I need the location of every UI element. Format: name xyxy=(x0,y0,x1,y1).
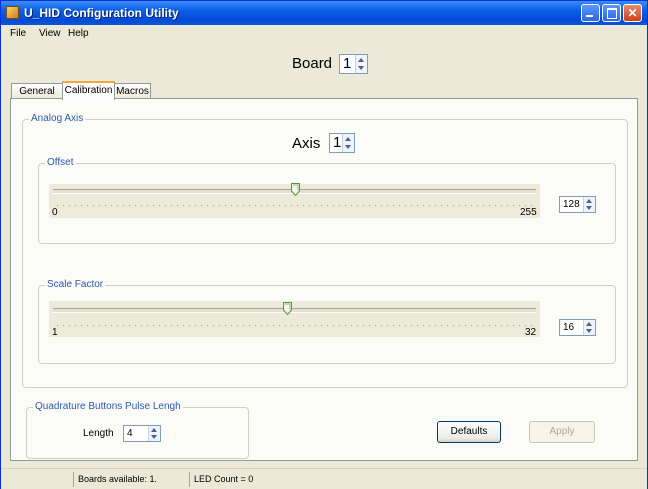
analog-axis-label: Analog Axis xyxy=(29,113,86,124)
calibration-panel: Analog Axis Axis 1 Offset 0 255 128 Scal… xyxy=(10,98,638,461)
spinner-arrows-icon[interactable] xyxy=(583,197,595,212)
length-value: 4 xyxy=(127,428,133,439)
spinner-arrows-icon[interactable] xyxy=(355,55,367,73)
app-window: U_HID Configuration Utility ✕ File View … xyxy=(0,0,648,489)
maximize-button[interactable] xyxy=(602,4,621,22)
axis-label: Axis xyxy=(292,135,321,152)
offset-slider-thumb[interactable] xyxy=(291,183,301,196)
menu-help[interactable]: Help xyxy=(68,28,89,39)
scale-factor-group: Scale Factor 1 32 16 xyxy=(38,279,616,364)
menu-view[interactable]: View xyxy=(39,28,61,39)
board-label: Board xyxy=(292,55,333,72)
quadrature-group-label: Quadrature Buttons Pulse Lengh xyxy=(33,401,183,412)
offset-group: Offset 0 255 128 xyxy=(38,157,616,244)
window-title: U_HID Configuration Utility xyxy=(24,6,179,20)
apply-button[interactable]: Apply xyxy=(529,421,595,443)
quadrature-group: Quadrature Buttons Pulse Lengh Length 4 xyxy=(26,401,249,459)
scale-factor-min-label: 1 xyxy=(52,327,58,338)
close-button[interactable]: ✕ xyxy=(623,4,642,22)
slider-track xyxy=(53,308,536,313)
status-leds: LED Count = 0 xyxy=(189,472,253,487)
offset-value: 128 xyxy=(563,199,580,210)
app-icon xyxy=(6,6,19,19)
scale-factor-slider[interactable]: 1 32 xyxy=(49,301,540,338)
maximize-icon xyxy=(607,8,617,19)
close-icon: ✕ xyxy=(627,6,638,20)
offset-min-label: 0 xyxy=(52,207,58,218)
tab-calibration[interactable]: Calibration xyxy=(62,81,115,100)
title-bar[interactable]: U_HID Configuration Utility ✕ xyxy=(1,1,647,25)
scale-factor-value: 16 xyxy=(563,322,575,333)
length-label: Length xyxy=(83,428,114,439)
axis-value: 1 xyxy=(333,134,342,151)
minimize-icon xyxy=(586,15,593,17)
scale-factor-slider-thumb[interactable] xyxy=(282,302,292,315)
offset-max-label: 255 xyxy=(520,207,537,218)
scale-factor-group-label: Scale Factor xyxy=(45,279,106,290)
spinner-arrows-icon[interactable] xyxy=(583,320,595,335)
menu-file[interactable]: File xyxy=(10,28,26,39)
status-bar: Boards available: 1. LED Count = 0 xyxy=(1,468,647,489)
spinner-arrows-icon[interactable] xyxy=(148,426,160,441)
length-spinner[interactable]: 4 xyxy=(123,425,161,442)
minimize-button[interactable] xyxy=(581,4,600,22)
scale-factor-spinner[interactable]: 16 xyxy=(559,319,596,336)
slider-ticks xyxy=(57,325,533,326)
offset-spinner[interactable]: 128 xyxy=(559,196,596,213)
analog-axis-group: Analog Axis Axis 1 Offset 0 255 128 Scal… xyxy=(22,113,628,388)
scale-factor-max-label: 32 xyxy=(525,327,537,338)
tab-macros[interactable]: Macros xyxy=(114,83,151,99)
menu-bar: File View Help xyxy=(1,25,647,43)
offset-group-label: Offset xyxy=(45,157,76,168)
tab-general[interactable]: General xyxy=(11,83,63,99)
slider-ticks xyxy=(57,205,533,206)
defaults-button[interactable]: Defaults xyxy=(437,421,501,443)
axis-spinner[interactable]: 1 xyxy=(329,133,355,153)
status-boards: Boards available: 1. xyxy=(73,472,191,487)
board-value: 1 xyxy=(343,55,352,72)
offset-slider[interactable]: 0 255 xyxy=(49,183,540,218)
spinner-arrows-icon[interactable] xyxy=(342,134,354,152)
board-spinner[interactable]: 1 xyxy=(339,54,368,74)
